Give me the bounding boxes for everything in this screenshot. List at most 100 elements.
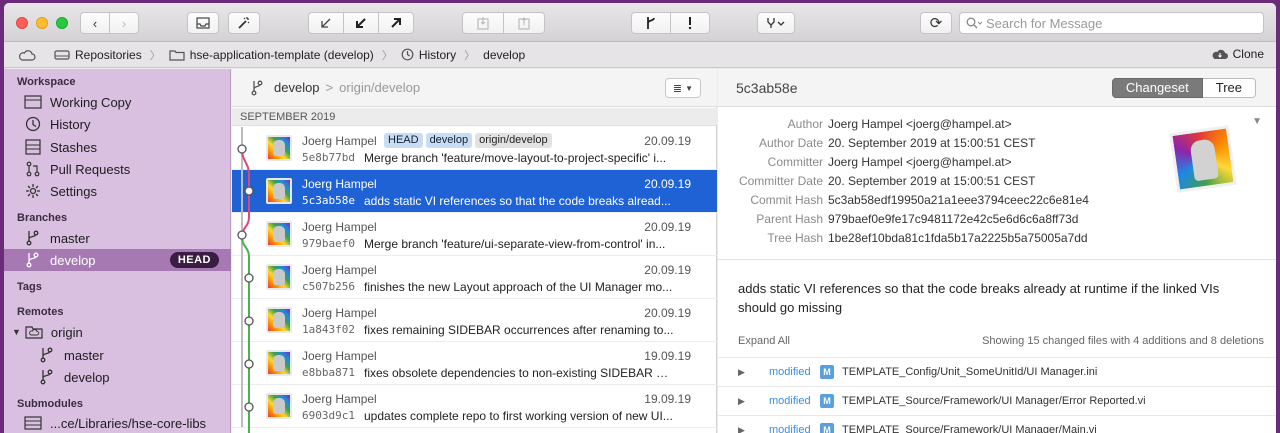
file-status: modified [769,424,811,433]
commit-author: Joerg Hampel [302,263,377,277]
graph-node [244,359,254,369]
minimize-window-button[interactable] [36,17,48,29]
changed-file-row[interactable]: ▶ modified M TEMPLATE_Config/Unit_SomeUnitI… [718,357,1276,386]
commit-row[interactable]: Joerg Hampel 20.09.19 5c3ab58e adds static … [232,170,717,213]
detail-header: 5c3ab58e Changeset Tree [718,69,1276,107]
commit-message: fixes obsolete dependencies to non-exist… [364,366,674,380]
pull-button[interactable] [343,12,379,34]
sidebar-item-working-copy[interactable]: Working Copy [4,91,231,113]
sidebar-item-remote-master[interactable]: master [4,344,231,366]
commit-sha: 5e8b77bd [302,151,355,164]
commit-row[interactable]: Joerg Hampel 19.09.19 6903d9c1 updates comp… [232,385,717,428]
view-options-button[interactable]: ≣ ▼ [665,78,701,98]
commit-date: 19.09.19 [644,349,691,363]
meta-value[interactable]: 979baef0e9fe17c9481172e42c5e6d6c6a8ff73d [828,212,1078,226]
ref-tag: origin/develop [475,133,552,148]
refresh-icon: ⟳ [929,15,943,32]
commit-row[interactable]: Joerg Hampel 20.09.19 c507b256 finishes the… [232,256,717,299]
commit-sha: 6903d9c1 [302,409,355,422]
section-title-tags[interactable]: Tags [17,281,42,293]
toolbar: ‹ › ⟳ Search for Message [4,3,1276,42]
commit-date: 20.09.19 [644,306,691,320]
author-avatar [266,135,292,161]
pop-stash-button[interactable] [503,12,545,34]
push-button[interactable] [378,12,414,34]
sidebar-item-settings[interactable]: Settings [4,180,231,202]
section-title-workspace: Workspace [17,76,76,88]
commit-row[interactable]: Joerg Hampel HEAD develop origin/develop 20.… [232,127,717,170]
magic-wand-button[interactable] [228,12,260,34]
month-section-header: SEPTEMBER 2019 [232,108,717,126]
breadcrumb-history[interactable]: History [401,48,456,62]
sidebar-item-submodule[interactable]: ...ce/Libraries/hse-core-libs [4,412,231,433]
meta-value[interactable]: Joerg Hampel <joerg@hampel.at> [828,155,1012,169]
clone-button[interactable]: Clone [1211,47,1264,61]
meta-value[interactable]: 5c3ab58edf19950a21a1eee3794ceec22c6e81e4 [828,193,1089,207]
git-branch-icon [26,252,39,268]
forward-button[interactable]: › [109,12,139,34]
meta-value[interactable]: 1be28ef10bda81c1fda5b17a2225b5a75005a7dd [828,231,1088,245]
disclosure-triangle-icon[interactable]: ▶ [738,396,745,407]
stash-button[interactable] [462,12,504,34]
section-title-submodules: Submodules [17,398,84,410]
breadcrumb-branch[interactable]: develop [483,48,525,62]
branch-button[interactable] [631,12,671,34]
meta-value[interactable]: 20. September 2019 at 15:00:51 CEST [828,136,1035,150]
sidebar-item-branch-develop[interactable]: develop HEAD [4,249,231,271]
search-icon [966,17,982,29]
git-branch-icon [40,369,53,385]
chevron-down-icon: ▼ [685,83,694,93]
ref-tag: develop [425,133,473,148]
author-avatar [1169,125,1237,193]
breadcrumb-repositories[interactable]: Repositories [54,48,142,62]
sidebar-item-remote-origin[interactable]: ▼ origin [4,321,231,343]
commit-sha: e8bba871 [302,366,355,379]
meta-value[interactable]: Joerg Hampel <joerg@hampel.at> [828,117,1012,131]
commit-message: adds static VI references so that the co… [738,281,1220,315]
collapse-triangle-icon[interactable]: ▼ [1252,116,1262,127]
search-field[interactable]: Search for Message [959,12,1264,34]
breadcrumb-repository[interactable]: hse-application-template (develop) [169,48,374,62]
merge-menu-button[interactable] [757,12,795,34]
commit-row[interactable]: Joerg Hampel 19.09.19 e8bba871 fixes obsole… [232,342,717,385]
ref-tag: HEAD [384,133,423,148]
changed-file-row[interactable]: ▶ modified M TEMPLATE_Source/Framework/UI M… [718,386,1276,415]
commit-sha: 5c3ab58e [302,194,355,207]
inbox-icon [196,17,210,29]
maximize-window-button[interactable] [56,17,68,29]
changed-file-row[interactable]: ▶ modified M TEMPLATE_Source/Framework/UI M… [718,415,1276,433]
section-title-remotes: Remotes [17,306,64,318]
sidebar-item-pull-requests[interactable]: Pull Requests [4,158,231,180]
tab-changeset[interactable]: Changeset [1111,78,1203,98]
modified-badge: M [820,394,834,408]
refresh-button[interactable]: ⟳ [920,12,952,34]
folder-icon [169,49,185,61]
cloud-icon[interactable] [18,49,36,61]
graph-node [244,186,254,196]
close-window-button[interactable] [16,17,28,29]
sidebar-item-remote-develop[interactable]: develop [4,366,231,388]
expand-all-link[interactable]: Expand All [738,335,790,347]
sidebar-item-branch-master[interactable]: master [4,227,231,249]
meta-label: Tree Hash [767,231,823,245]
sidebar-toggle-button[interactable] [187,12,219,34]
back-button[interactable]: ‹ [80,12,110,34]
file-path: TEMPLATE_Source/Framework/UI Manager/Mai… [842,424,1097,433]
commit-list: develop > origin/develop ≣ ▼ SEPTEMBER 2… [232,69,717,433]
detail-view-switch: Changeset Tree [1111,78,1256,98]
sidebar-item-history[interactable]: History [4,113,231,135]
disclosure-triangle-icon[interactable]: ▶ [738,367,745,378]
meta-value[interactable]: 20. September 2019 at 15:00:51 CEST [828,174,1035,188]
commit-author: Joerg Hampel [302,134,377,148]
author-avatar [266,178,292,204]
commit-row[interactable]: Joerg Hampel 20.09.19 979baef0 Merge branch… [232,213,717,256]
pull-icon [356,18,366,28]
tab-tree[interactable]: Tree [1202,78,1256,98]
commit-row[interactable]: Joerg Hampel 20.09.19 1a843f02 fixes remain… [232,299,717,342]
tag-button[interactable] [670,12,710,34]
commit-sha: c507b256 [302,280,355,293]
disclosure-triangle-icon[interactable]: ▶ [738,425,745,433]
fetch-button[interactable] [308,12,344,34]
sidebar-item-stashes[interactable]: Stashes [4,136,231,158]
disclosure-triangle-icon[interactable]: ▼ [12,327,21,337]
